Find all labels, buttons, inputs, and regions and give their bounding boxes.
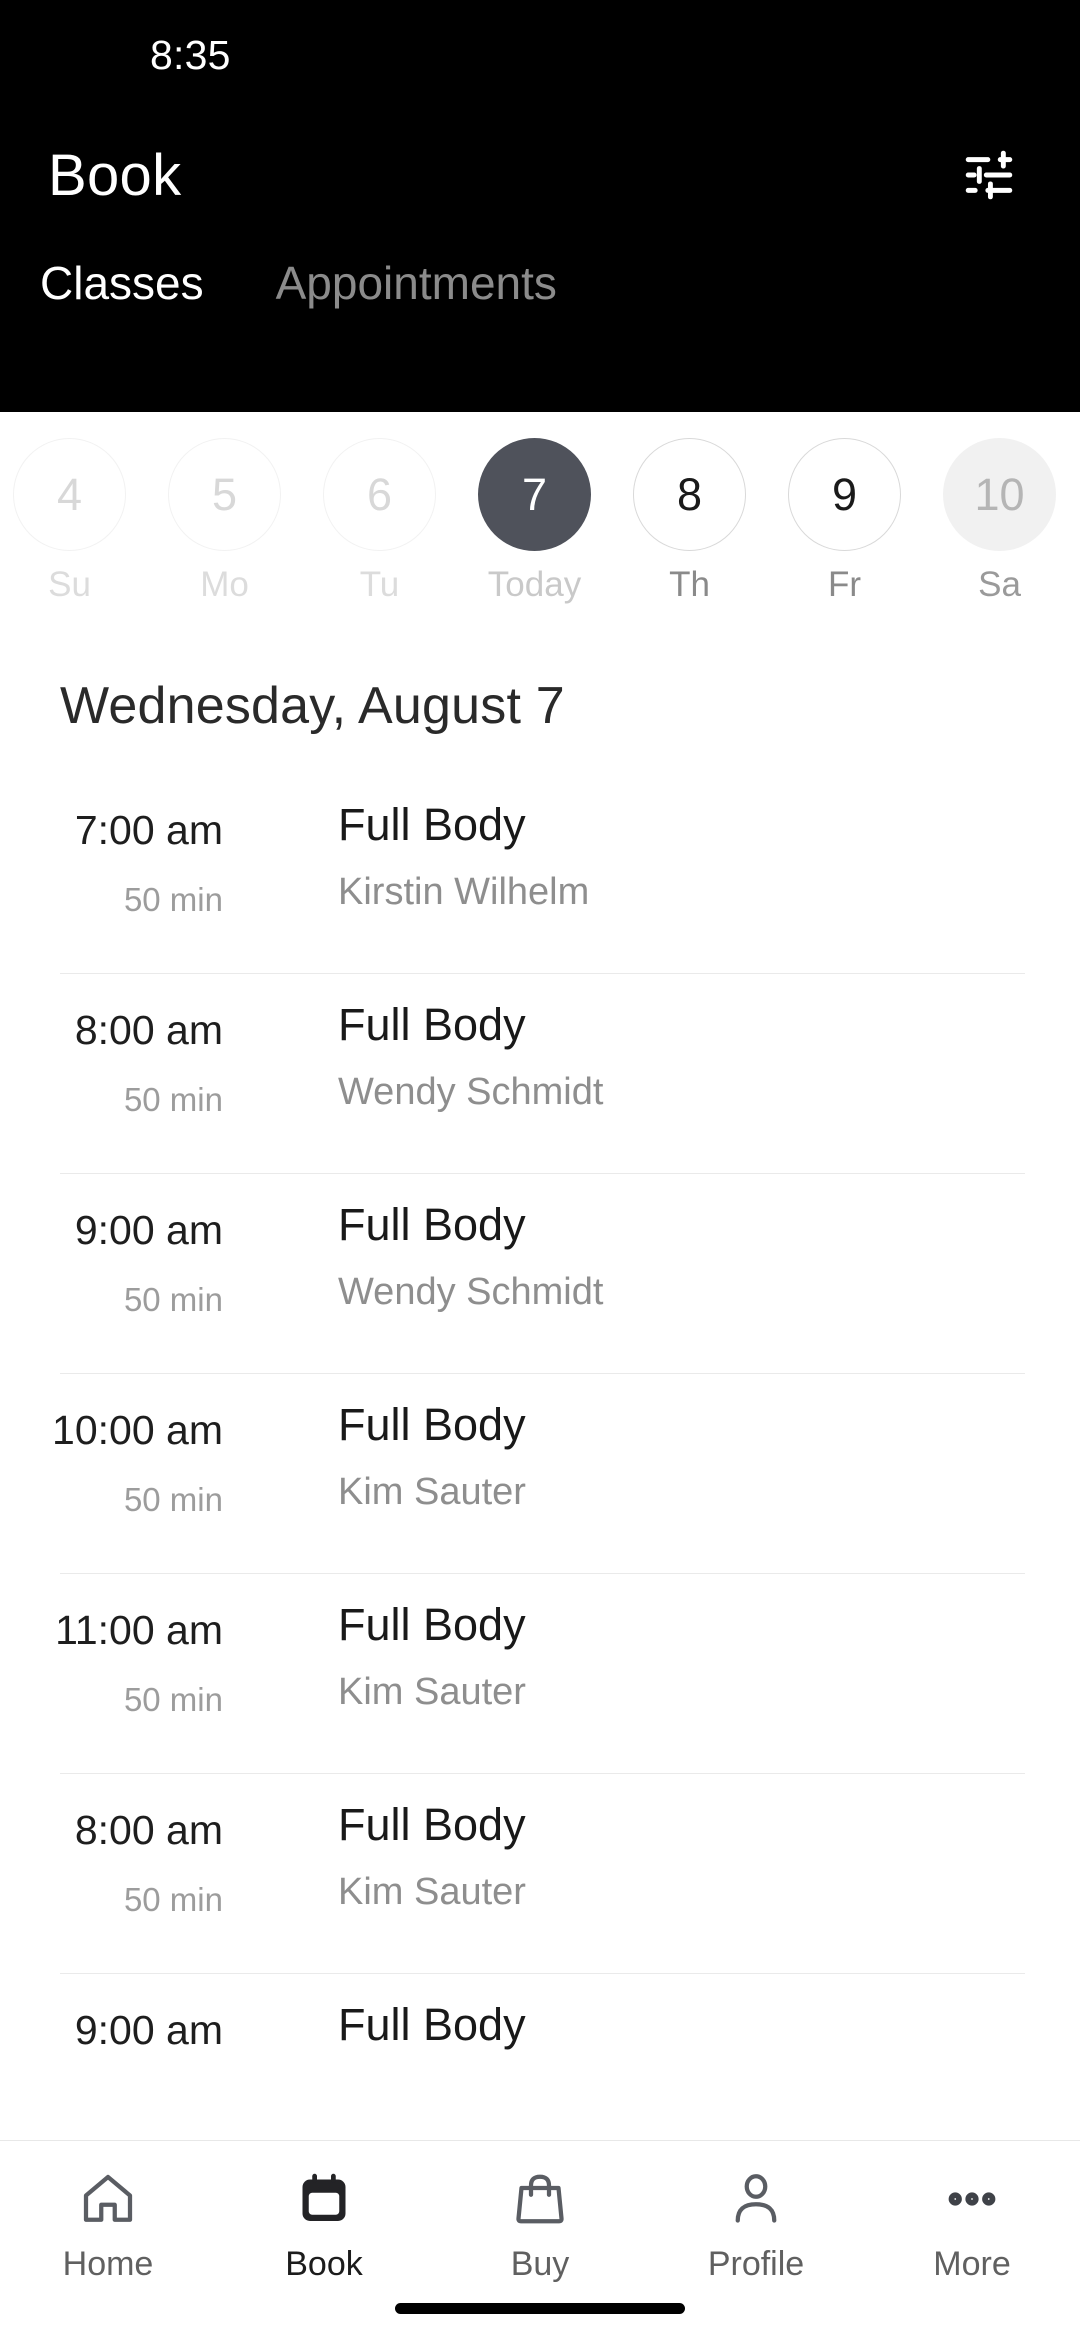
nav-item-book[interactable]: Book bbox=[216, 2167, 432, 2281]
class-instructor: Wendy Schmidt bbox=[338, 1271, 604, 1313]
class-instructor: Kim Sauter bbox=[338, 1471, 526, 1513]
page-title: Book bbox=[48, 142, 182, 208]
date-item-10[interactable]: 10 Sa bbox=[922, 438, 1077, 602]
nav-label-more: More bbox=[933, 2245, 1011, 2283]
date-weekday-label: Sa bbox=[978, 565, 1021, 604]
calendar-icon bbox=[292, 2167, 356, 2231]
class-info-column: Full Body Wendy Schmidt bbox=[245, 1196, 1080, 1311]
date-circle: 6 bbox=[323, 438, 436, 551]
date-circle: 10 bbox=[943, 438, 1056, 551]
class-start-time: 9:00 am bbox=[74, 1207, 223, 1253]
class-time-column: 8:00 am 50 min bbox=[0, 1796, 245, 1918]
class-name: Full Body bbox=[338, 1799, 526, 1850]
class-time-column: 10:00 am 50 min bbox=[0, 1396, 245, 1518]
class-start-time: 9:00 am bbox=[74, 2007, 223, 2053]
nav-label-profile: Profile bbox=[707, 2245, 805, 2283]
date-item-8[interactable]: 8 Th bbox=[612, 438, 767, 602]
class-start-time: 8:00 am bbox=[74, 1807, 223, 1853]
class-name: Full Body bbox=[338, 999, 526, 1050]
class-list-item[interactable]: 11:00 am 50 min Full Body Kim Sauter bbox=[0, 1574, 1080, 1774]
class-name: Full Body bbox=[338, 1599, 526, 1650]
class-instructor: Wendy Schmidt bbox=[338, 1071, 604, 1113]
class-duration: 50 min bbox=[123, 1081, 223, 1118]
tab-appointments[interactable]: Appointments bbox=[268, 260, 565, 306]
nav-item-home[interactable]: Home bbox=[0, 2167, 216, 2281]
date-item-4[interactable]: 4 Su bbox=[0, 438, 147, 602]
class-duration: 50 min bbox=[123, 1881, 223, 1918]
class-name: Full Body bbox=[338, 799, 526, 850]
class-instructor: Kirstin Wilhelm bbox=[338, 871, 590, 913]
class-list-item[interactable]: 8:00 am 50 min Full Body Kim Sauter bbox=[0, 1774, 1080, 1974]
class-info-column: Full Body Wendy Schmidt bbox=[245, 996, 1080, 1111]
home-indicator bbox=[395, 2303, 685, 2314]
date-item-7-selected[interactable]: 7 Today bbox=[457, 438, 612, 602]
class-info-column: Full Body Kim Sauter bbox=[245, 1796, 1080, 1911]
nav-item-profile[interactable]: Profile bbox=[648, 2167, 864, 2281]
date-strip[interactable]: 4 Su 5 Mo 6 Tu 7 Today 8 Th 9 Fr 10 Sa bbox=[0, 412, 1080, 648]
class-time-column: 9:00 am bbox=[0, 1996, 245, 2083]
date-weekday-label: Mo bbox=[200, 565, 249, 604]
date-circle: 8 bbox=[633, 438, 746, 551]
shopping-bag-icon bbox=[508, 2167, 572, 2231]
class-list-item[interactable]: 8:00 am 50 min Full Body Wendy Schmidt bbox=[0, 974, 1080, 1174]
status-bar: 8:35 bbox=[0, 0, 1080, 110]
tab-classes[interactable]: Classes bbox=[32, 260, 212, 306]
sliders-filter-icon bbox=[965, 150, 1013, 200]
tab-bar: Classes Appointments bbox=[0, 240, 1080, 306]
nav-label-book: Book bbox=[285, 2245, 363, 2283]
booking-screen: 8:35 Book Classes Appointments 4 Su 5 Mo… bbox=[0, 0, 1080, 2340]
class-start-time: 7:00 am bbox=[74, 807, 223, 853]
class-name: Full Body bbox=[338, 1399, 526, 1450]
class-instructor: Kim Sauter bbox=[338, 1671, 526, 1713]
class-list-item[interactable]: 9:00 am 50 min Full Body Wendy Schmidt bbox=[0, 1174, 1080, 1374]
class-list-item[interactable]: 10:00 am 50 min Full Body Kim Sauter bbox=[0, 1374, 1080, 1574]
class-start-time: 8:00 am bbox=[74, 1007, 223, 1053]
class-list-item-partial[interactable]: 9:00 am Full Body bbox=[0, 1974, 1080, 2140]
ellipsis-icon bbox=[940, 2167, 1004, 2231]
top-header: 8:35 Book Classes Appointments bbox=[0, 0, 1080, 412]
nav-label-home: Home bbox=[62, 2245, 154, 2283]
class-info-column: Full Body Kim Sauter bbox=[245, 1596, 1080, 1711]
date-item-6[interactable]: 6 Tu bbox=[302, 438, 457, 602]
date-weekday-label: Su bbox=[48, 565, 91, 604]
nav-label-buy: Buy bbox=[510, 2245, 570, 2283]
status-bar-clock: 8:35 bbox=[150, 31, 231, 78]
date-circle: 5 bbox=[168, 438, 281, 551]
date-weekday-label: Today bbox=[487, 565, 582, 604]
class-time-column: 7:00 am 50 min bbox=[0, 796, 245, 918]
nav-item-more[interactable]: More bbox=[864, 2167, 1080, 2281]
filter-button[interactable] bbox=[954, 140, 1024, 210]
date-weekday-label: Tu bbox=[359, 565, 400, 604]
class-info-column: Full Body bbox=[245, 1996, 1080, 2073]
class-time-column: 9:00 am 50 min bbox=[0, 1196, 245, 1318]
class-time-column: 8:00 am 50 min bbox=[0, 996, 245, 1118]
class-duration: 50 min bbox=[123, 881, 223, 918]
class-duration: 50 min bbox=[123, 1481, 223, 1518]
date-circle: 4 bbox=[13, 438, 126, 551]
class-instructor: Kim Sauter bbox=[338, 1871, 526, 1913]
nav-item-buy[interactable]: Buy bbox=[432, 2167, 648, 2281]
date-weekday-label: Th bbox=[669, 565, 710, 604]
class-info-column: Full Body Kim Sauter bbox=[245, 1396, 1080, 1511]
class-time-column: 11:00 am 50 min bbox=[0, 1596, 245, 1718]
date-circle-selected: 7 bbox=[478, 438, 591, 551]
date-weekday-label: Fr bbox=[827, 565, 862, 604]
home-icon bbox=[76, 2167, 140, 2231]
class-name: Full Body bbox=[338, 1999, 526, 2050]
class-duration: 50 min bbox=[123, 1281, 223, 1318]
class-info-column: Full Body Kirstin Wilhelm bbox=[245, 796, 1080, 911]
class-list-item[interactable]: 7:00 am 50 min Full Body Kirstin Wilhelm bbox=[0, 774, 1080, 974]
date-item-5[interactable]: 5 Mo bbox=[147, 438, 302, 602]
class-name: Full Body bbox=[338, 1199, 526, 1250]
class-list[interactable]: 7:00 am 50 min Full Body Kirstin Wilhelm… bbox=[0, 774, 1080, 2140]
class-start-time: 10:00 am bbox=[52, 1407, 223, 1453]
person-icon bbox=[724, 2167, 788, 2231]
date-circle: 9 bbox=[788, 438, 901, 551]
title-row: Book bbox=[0, 110, 1080, 240]
class-duration: 50 min bbox=[123, 1681, 223, 1718]
class-start-time: 11:00 am bbox=[55, 1607, 223, 1653]
selected-date-heading: Wednesday, August 7 bbox=[60, 677, 565, 735]
date-item-9[interactable]: 9 Fr bbox=[767, 438, 922, 602]
